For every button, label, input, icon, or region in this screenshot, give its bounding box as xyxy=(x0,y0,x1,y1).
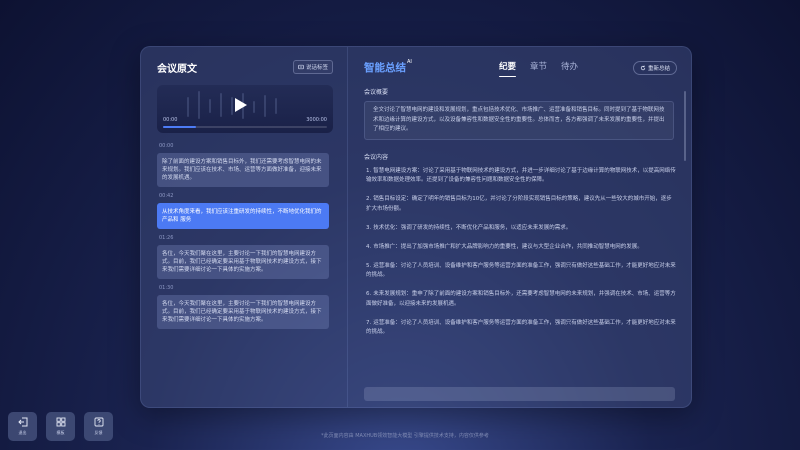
list-item: 1. 智慧电网建设方案：讨论了采用基于物联网技术的建设方式，并进一步详细讨论了基于… xyxy=(366,167,676,184)
footer-disclaimer: *此页面内容由 MAXHUB领效智能大模型 引擎提供技术支持，内容仅供参考 xyxy=(321,433,489,439)
list-item: 2. 销售目标设定：确定了明年的销售目标为10亿，并讨论了分阶段实现销售目标的策略… xyxy=(366,196,672,212)
transcript-list: 00:00 除了前面的建设方案和销售目标外，我们还需要考虑智慧电网的未来规划。我… xyxy=(157,143,333,329)
content-list: 1. 智慧电网建设方案：讨论了采用基于物联网技术的建设方式，并进一步详细讨论了基于… xyxy=(364,167,676,338)
list-item: 6. 未来发展规划：重申了除了前面的建设方案和销售目标外，还需要考虑智慧电网的未来… xyxy=(366,291,676,307)
summary-title: 智能总结 xyxy=(364,61,406,74)
playback-progress[interactable] xyxy=(163,126,327,128)
segment-time: 00:42 xyxy=(159,193,174,199)
list-item: 5. 运营准备：讨论了人员培训、设备维护和客户服务等运营方面的准备工作，强调只有做… xyxy=(366,262,676,279)
transcript-title: 会议原文 xyxy=(157,63,197,75)
exit-icon xyxy=(17,417,27,427)
segment-time: 01:30 xyxy=(159,285,174,291)
ai-badge: AI xyxy=(407,59,412,65)
regenerate-button[interactable]: 重新总结 xyxy=(632,61,677,75)
help-icon xyxy=(94,417,103,427)
transcript-segment-active[interactable]: 从技术角度来看，我们应该注重研发的持续性，不断地优化我们的产品和 服务 xyxy=(157,203,329,229)
transcript-segment[interactable]: 各位，今天我们聚在这里，主要讨论一下我们的智慧电网建设方式。目前，我们已经确定要… xyxy=(157,295,329,329)
transcript-segment[interactable]: 除了前面的建设方案和销售目标外，我们还需要考虑智慧电网的未来规划。我们应该在技术… xyxy=(157,153,329,187)
speaker-label-text: 说话标签 xyxy=(305,65,328,71)
transcript-panel: 会议原文 说话标签 00:00 3000:00 00:00 除了前面的建设方案和… xyxy=(141,47,348,407)
play-icon[interactable] xyxy=(235,98,247,112)
grid-icon xyxy=(56,417,65,427)
list-item: 4. 市场推广：提出了加强市场推广和扩大品牌影响力的重要性，建议与大型企业合作，共… xyxy=(366,243,643,250)
content-title: 会议内容 xyxy=(364,153,389,161)
bottom-bar xyxy=(364,387,675,401)
segment-time: 01:26 xyxy=(159,235,174,241)
summary-panel: 智能总结 AI 纪要 章节 待办 重新总结 会议概要 全文讨论了智慧电网的建设和… xyxy=(348,47,691,407)
segment-time: 00:00 xyxy=(159,143,174,149)
speaker-label-button[interactable]: 说话标签 xyxy=(292,60,333,74)
list-item: 3. 技术优化：强调了研发的持续性，不断优化产品和服务，以适应未来发展的需求。 xyxy=(366,224,572,231)
playback-progress-fill xyxy=(163,126,196,128)
regenerate-label: 重新总结 xyxy=(647,66,670,72)
tab-todos[interactable]: 待办 xyxy=(561,60,578,72)
summary-tabs: 纪要 章节 待办 xyxy=(499,60,578,77)
refresh-icon xyxy=(640,65,646,71)
tab-chapters[interactable]: 章节 xyxy=(530,60,547,72)
transcript-segment[interactable]: 各位，今天我们聚在这里，主要讨论一下我们的智慧电网建设方式。目前，我们已经确定要… xyxy=(157,245,329,279)
list-item: 7. 运营准备：讨论了人员培训、设备维护和客户服务等运营方面的准备工作，强调只有做… xyxy=(366,319,676,336)
overview-text: 全文讨论了智慧电网的建设和发展规划，重点包括技术优化、市场推广、运营准备和销售目… xyxy=(364,101,674,140)
overview-title: 会议概要 xyxy=(364,89,389,96)
scrollbar[interactable] xyxy=(684,91,686,161)
tab-minutes[interactable]: 纪要 xyxy=(499,60,517,77)
current-time: 00:00 xyxy=(163,117,178,123)
total-time: 3000:00 xyxy=(306,117,327,123)
tag-icon xyxy=(298,64,304,70)
audio-player: 00:00 3000:00 xyxy=(157,85,333,133)
meeting-card: 会议原文 说话标签 00:00 3000:00 00:00 除了前面的建设方案和… xyxy=(140,46,692,408)
